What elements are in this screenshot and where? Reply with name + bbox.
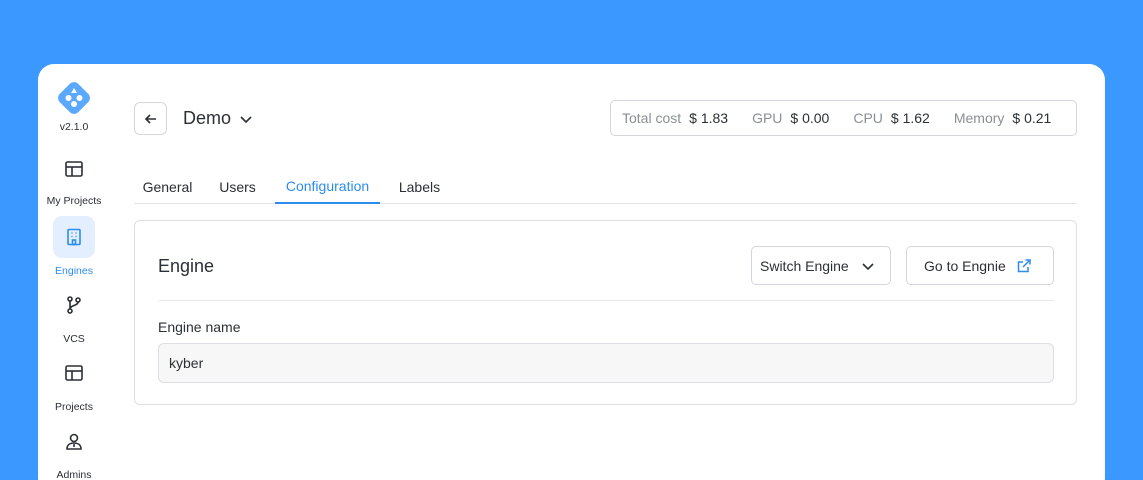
card-title: Engine [158,256,215,276]
tab-general[interactable]: General [134,170,201,204]
sidebar-item-label: Engines [55,265,93,277]
external-link-icon [1017,258,1031,272]
memory-cost-value: $ 0.21 [1012,110,1052,126]
engine-card: Engine Switch Engine Go to Engnie Engine… [134,220,1077,405]
go-to-engine-button[interactable]: Go to Engnie [906,246,1054,285]
sidebar-item-label: VCS [63,333,85,345]
cost-summary: Total cost $ 1.83 GPU $ 0.00 CPU $ 1.62 … [610,100,1077,136]
sidebar-item-my-projects[interactable]: My Projects [38,148,110,208]
go-to-engine-label: Go to Engnie [924,257,1006,274]
admin-user-icon [53,420,95,462]
project-selector[interactable]: Demo [183,108,253,129]
engine-name-field[interactable] [158,343,1054,383]
tab-configuration[interactable]: Configuration [275,170,380,204]
sidebar-item-engines[interactable]: Engines [38,216,110,277]
back-button[interactable] [134,102,167,135]
sidebar-item-label: Admins [56,469,92,480]
tab-users[interactable]: Users [212,170,263,204]
layout-icon [53,352,95,394]
app-logo[interactable] [55,79,93,117]
sidebar: v2.1.0 My Projects Engines VCS Projects … [38,64,110,480]
total-cost-value: $ 1.83 [689,110,729,126]
switch-engine-dropdown[interactable]: Switch Engine [751,246,891,285]
project-name: Demo [183,108,232,128]
sidebar-item-admins[interactable]: Admins [38,420,110,480]
tab-bar: General Users Configuration Labels [134,170,1077,204]
chevron-down-icon [862,262,874,270]
git-branch-icon [53,284,95,326]
app-window: v2.1.0 My Projects Engines VCS Projects … [38,64,1105,480]
engine-name-label: Engine name [158,319,241,335]
memory-cost-label: Memory [953,110,1005,126]
arrow-left-icon [144,113,156,124]
gpu-cost-label: GPU [752,110,783,126]
app-version: v2.1.0 [59,121,89,133]
sidebar-item-vcs[interactable]: VCS [38,284,110,345]
layout-icon [53,148,95,190]
cpu-cost-label: CPU [853,110,883,126]
sidebar-item-label: Projects [55,401,93,413]
gpu-cost-value: $ 0.00 [790,110,830,126]
sidebar-item-projects[interactable]: Projects [38,352,110,413]
cpu-cost-value: $ 1.62 [890,110,930,126]
switch-engine-label: Switch Engine [760,257,849,274]
sidebar-item-label: My Projects [46,195,102,207]
chevron-down-icon [240,115,252,123]
divider [158,300,1054,301]
building-icon [53,216,95,258]
total-cost-label: Total cost [622,110,682,126]
tab-labels[interactable]: Labels [390,170,449,204]
